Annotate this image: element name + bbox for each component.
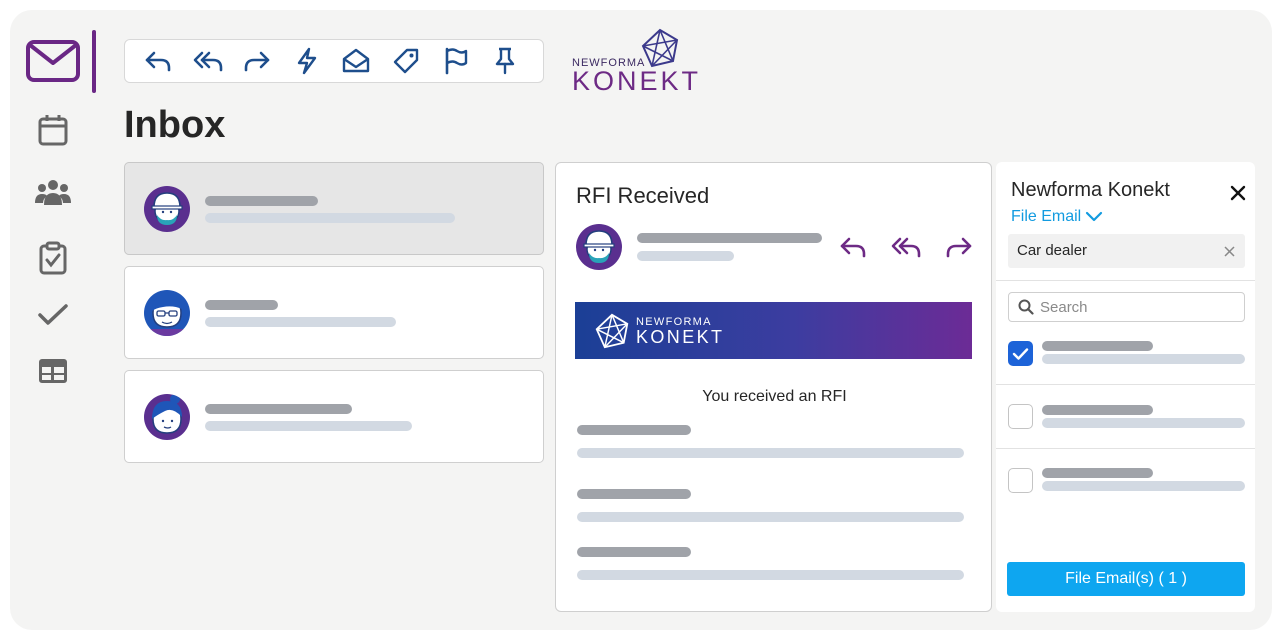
remove-chip-icon[interactable] [1221, 243, 1237, 259]
body-heading-placeholder [577, 547, 691, 557]
folder-checkbox[interactable] [1008, 404, 1033, 429]
preview-placeholder [205, 421, 412, 431]
body-line-placeholder [577, 512, 964, 522]
search-input[interactable] [1040, 298, 1230, 316]
rail-active-indicator [92, 30, 96, 93]
banner-konekt: KONEKT [636, 327, 725, 347]
chevron-down-icon [1086, 211, 1103, 222]
flag-icon[interactable] [437, 43, 475, 79]
konekt-mark-icon [594, 313, 630, 349]
panel-title: Newforma Konekt [1011, 179, 1170, 201]
reply-icon[interactable] [836, 231, 870, 263]
avatar [143, 393, 191, 441]
avatar [143, 185, 191, 233]
divider [996, 448, 1255, 449]
clipboard-check-icon[interactable] [34, 239, 72, 277]
body-line-placeholder [577, 448, 964, 458]
reply-all-icon[interactable] [189, 43, 227, 79]
folder-name-placeholder [1042, 468, 1153, 478]
search-field[interactable] [1008, 292, 1245, 322]
avatar [575, 223, 623, 271]
close-icon[interactable] [1226, 181, 1250, 205]
folder-checkbox[interactable] [1008, 468, 1033, 493]
table-icon[interactable] [34, 352, 72, 390]
email-banner: NEWFORMA KONEKT [575, 302, 972, 359]
divider [996, 384, 1255, 385]
lightning-icon[interactable] [288, 43, 326, 79]
preview-placeholder [205, 213, 455, 223]
sender-placeholder [205, 404, 352, 414]
mail-icon[interactable] [26, 40, 80, 82]
sender-placeholder [637, 233, 822, 243]
forward-icon[interactable] [942, 231, 976, 263]
pin-icon[interactable] [486, 43, 524, 79]
folder-path-placeholder [1042, 481, 1245, 491]
body-line-placeholder [577, 570, 964, 580]
divider [996, 280, 1255, 281]
people-icon[interactable] [34, 174, 72, 212]
folder-checkbox[interactable] [1008, 341, 1033, 366]
body-heading-placeholder [577, 489, 691, 499]
reply-icon[interactable] [139, 43, 177, 79]
brand-konekt: KONEKT [572, 66, 702, 96]
open-envelope-icon[interactable] [337, 43, 375, 79]
tag-icon[interactable] [387, 43, 425, 79]
search-icon [1018, 299, 1034, 315]
forward-icon[interactable] [238, 43, 276, 79]
date-placeholder [637, 251, 734, 261]
mail-list-item[interactable] [124, 162, 544, 255]
mail-list-item[interactable] [124, 266, 544, 359]
reply-all-icon[interactable] [889, 231, 923, 263]
folder-path-placeholder [1042, 418, 1245, 428]
email-subject: RFI Received [576, 183, 710, 208]
selected-project-chip: Car dealer [1008, 234, 1245, 268]
newforma-konekt-logo: NEWFORMA KONEKT [572, 28, 698, 96]
konekt-panel: Newforma Konekt File Email Car dealer Fi… [996, 162, 1255, 612]
sender-placeholder [205, 300, 278, 310]
folder-path-placeholder [1042, 354, 1245, 364]
checkmark-icon [1012, 347, 1029, 360]
avatar [143, 289, 191, 337]
body-heading-placeholder [577, 425, 691, 435]
reading-pane: RFI Received NEWFORMA KONEKT You receive… [555, 162, 992, 612]
chip-label: Car dealer [1017, 242, 1088, 259]
folder-name-placeholder [1042, 341, 1153, 351]
sender-placeholder [205, 196, 318, 206]
file-emails-button[interactable]: File Email(s) ( 1 ) [1007, 562, 1245, 596]
file-email-dropdown[interactable]: File Email [1011, 208, 1103, 226]
calendar-icon[interactable] [34, 111, 72, 149]
email-message: You received an RFI [702, 388, 847, 405]
file-email-label: File Email [1011, 208, 1082, 225]
folder-name-placeholder [1042, 405, 1153, 415]
checkmark-icon[interactable] [34, 296, 72, 334]
toolbar [124, 39, 544, 83]
mail-list-item[interactable] [124, 370, 544, 463]
konekt-mark-icon [640, 28, 680, 68]
preview-placeholder [205, 317, 396, 327]
page-title: Inbox [124, 104, 226, 146]
